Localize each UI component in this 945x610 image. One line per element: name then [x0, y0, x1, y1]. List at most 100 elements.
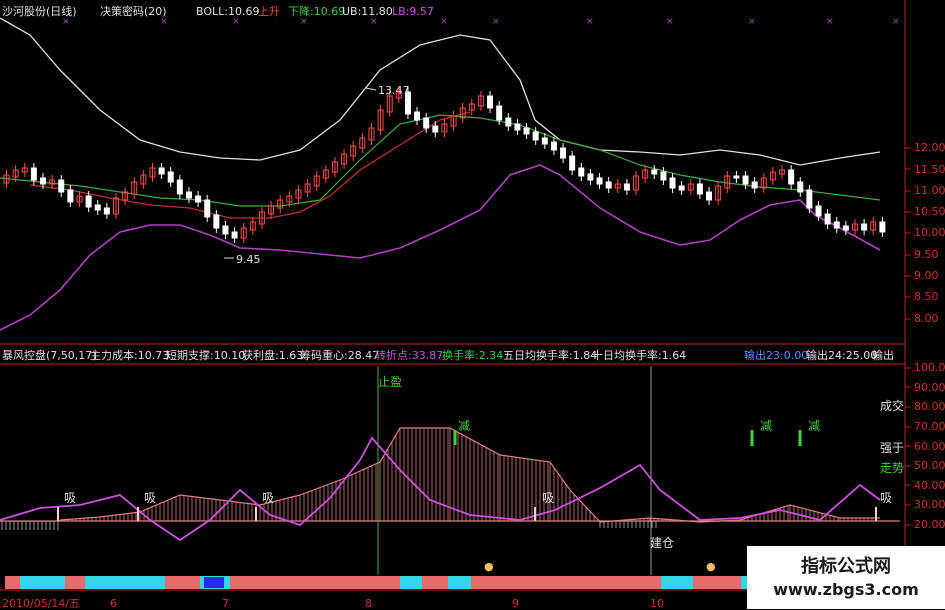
status-strip-segment: [693, 576, 741, 589]
candle-body: [806, 189, 813, 209]
absorb-mark: 吸: [144, 491, 157, 505]
price-tick: 9.00: [914, 269, 939, 282]
absorb-mark: 吸: [542, 491, 555, 505]
candle-body: [167, 171, 174, 183]
indicator-tick: 20.00: [914, 518, 945, 531]
price-tick: 9.50: [914, 248, 939, 261]
upper-band-line: [0, 17, 881, 166]
status-strip-segment: [422, 576, 448, 589]
status-strip-segment: [661, 576, 693, 589]
stop-profit-mark: 止盈: [378, 375, 403, 389]
candle-body: [39, 177, 46, 185]
candle-body: [176, 179, 183, 195]
marker-cross: ×: [892, 17, 900, 27]
side-label-stronger: 强于: [880, 441, 905, 455]
turnover10-value: 十日均换手率:1.64: [592, 349, 687, 362]
month-tick: 7: [222, 597, 229, 610]
indicator-title: 暴风控盘(7,50,17): [2, 349, 97, 362]
candle-body: [578, 167, 585, 177]
status-strip-highlight: [204, 577, 224, 588]
marker-cross: ×: [370, 17, 378, 27]
month-tick: 10: [650, 597, 664, 610]
candle-body: [532, 131, 539, 141]
marker-cross: ×: [300, 17, 308, 27]
status-strip-segment: [65, 576, 85, 589]
indicator-tick: 100.0: [914, 361, 945, 374]
marker-cross: ×: [232, 17, 240, 27]
price-tick: 11.00: [914, 184, 945, 197]
profit-ratio-value: 获利盘:1.63: [242, 349, 304, 362]
candle-body: [842, 225, 849, 231]
candle-body: [67, 189, 74, 203]
boll-value: BOLL:10.69: [196, 5, 260, 18]
candle-body: [833, 221, 840, 229]
candle-body: [158, 167, 165, 175]
marker-cross: ×: [62, 17, 70, 27]
candle-body: [861, 223, 868, 231]
month-tick: 6: [110, 597, 117, 610]
candle-body: [222, 225, 229, 235]
ub-value: UB:11.80: [342, 5, 393, 18]
candle-body: [103, 207, 110, 215]
marker-cross: ×: [492, 17, 500, 27]
candle-body: [623, 183, 630, 191]
candle-body: [414, 111, 421, 121]
candle-body: [195, 195, 202, 203]
chip-center-value: 筹码重心:28.47: [300, 349, 380, 362]
candle-body: [423, 117, 430, 129]
status-strip-segment: [400, 576, 422, 589]
output24-value: 输出24:25.00: [806, 349, 878, 362]
indicator-tick: 50.00: [914, 459, 945, 472]
stock-chart-window: × × × × × × × × × × × × ● ● 沙河股份(日线) 决策密码(20) BOLL:10…: [0, 0, 945, 610]
output23-value: 输出23:0.00: [744, 349, 809, 362]
candle-body: [432, 125, 439, 133]
indicator-tick: 70.00: [914, 420, 945, 433]
candle-body: [30, 167, 37, 181]
indicator-tick: 80.00: [914, 400, 945, 413]
candle-body: [496, 105, 503, 121]
side-label-trend: 走势: [880, 461, 905, 475]
candle-body: [751, 181, 758, 189]
status-strip-segment: [85, 576, 165, 589]
moving-average-red: [29, 111, 471, 219]
indicator-tick: 40.00: [914, 479, 945, 492]
candle-body: [185, 191, 192, 199]
absorb-mark: 吸: [262, 491, 275, 505]
status-strip-segment: [448, 576, 471, 589]
candle-body: [879, 221, 886, 233]
candle-body: [651, 169, 658, 175]
indicator-tick: 60.00: [914, 440, 945, 453]
candle-body: [487, 95, 494, 109]
candle-body: [569, 155, 576, 171]
candle-body: [505, 117, 512, 127]
month-tick: 9: [512, 597, 519, 610]
marker-cross: ×: [160, 17, 168, 27]
candle-body: [788, 169, 795, 185]
indicator-tick: 90.00: [914, 381, 945, 394]
candle-body: [824, 213, 831, 225]
price-tick: 11.50: [914, 163, 945, 176]
price-tick: 8.00: [914, 312, 939, 325]
build-position-mark: 建仓: [650, 536, 675, 550]
status-strip-segment: [471, 576, 661, 589]
high-arrow: [365, 87, 377, 91]
marker-cross: ×: [826, 17, 834, 27]
reduce-mark: 减: [760, 419, 773, 433]
absorb-mark: 吸: [64, 491, 77, 505]
candle-body: [213, 214, 220, 229]
side-label-volume: 成交: [880, 399, 905, 413]
turnover5-value: 五日均换手率:1.84: [503, 349, 598, 362]
status-strip-segment: [5, 576, 20, 589]
first-date-label: 2010/05/14/五: [2, 597, 81, 610]
month-tick: 8: [365, 597, 372, 610]
price-tick: 12.00: [914, 141, 945, 154]
price-tick: 8.50: [914, 290, 939, 303]
candle-body: [514, 123, 521, 131]
short-support-value: 短期支撑:10.10: [166, 349, 246, 362]
chart-canvas[interactable]: × × × × × × × × × × × × ● ●: [0, 0, 945, 609]
indicator-tick: 30.00: [914, 498, 945, 511]
stock-title: 沙河股份(日线): [2, 5, 77, 18]
candle-body: [660, 171, 667, 181]
site-watermark: 指标公式网 www.zbgs3.com: [747, 546, 945, 609]
candle-body: [596, 177, 603, 185]
